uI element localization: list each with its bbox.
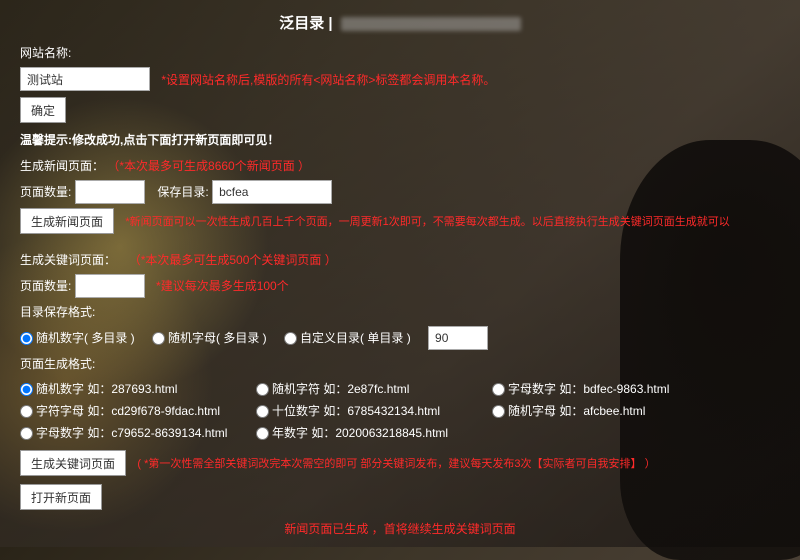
fmt-year-number[interactable]: 年数字 如：2020063218845.html [256,422,486,444]
radio-random-number[interactable]: 随机数字( 多目录 ) [20,327,135,349]
site-name-input[interactable] [20,67,150,91]
radio-custom-dir-input[interactable] [284,332,297,345]
fmt-year-number-input[interactable] [256,427,269,440]
fmt-char-letter-input[interactable] [20,405,33,418]
news-dir-input[interactable] [212,180,332,204]
page-title: 泛目录 | [20,12,780,33]
dir-format-label: 目录保存格式: [20,302,780,322]
fmt-random-char[interactable]: 随机字符 如：2e87fc.html [256,378,486,400]
keyword-hint-paren: （*本次最多可生成500个关键词页面 ） [129,253,337,267]
keyword-section: 生成关键词页面： （*本次最多可生成500个关键词页面 ） 页面数量: *建议每… [20,250,780,510]
news-dir-label: 保存目录: [157,185,208,199]
news-count-label: 页面数量: [20,185,71,199]
fmt-letter-number-input[interactable] [492,383,505,396]
site-name-section: 网站名称: *设置网站名称后,模版的所有<网站名称>标签都会调用本名称。 确定 [20,43,780,123]
radio-custom-dir[interactable]: 自定义目录( 单目录 ) [284,327,411,349]
fmt-ten-digit-input[interactable] [256,405,269,418]
confirm-button[interactable]: 确定 [20,97,66,123]
radio-random-number-input[interactable] [20,332,33,345]
title-prefix: 泛目录 | [279,15,332,32]
site-name-label: 网站名称: [20,43,780,63]
news-heading: 生成新闻页面： [20,159,104,173]
fmt-random-number-input[interactable] [20,383,33,396]
open-new-page-button[interactable]: 打开新页面 [20,484,102,510]
radio-random-letter-input[interactable] [152,332,165,345]
page-format-label: 页面生成格式: [20,354,780,374]
keyword-heading: 生成关键词页面： [20,253,116,267]
news-hint-paren: （*本次最多可生成8660个新闻页面 ） [107,159,310,173]
keyword-count-label: 页面数量: [20,279,71,293]
fmt-letter-number[interactable]: 字母数字 如：bdfec-9863.html [492,378,722,400]
keyword-count-hint: *建议每次最多生成100个 [156,279,289,293]
keyword-count-input[interactable] [75,274,145,298]
site-name-hint: *设置网站名称后,模版的所有<网站名称>标签都会调用本名称。 [161,73,495,87]
fmt-random-char-input[interactable] [256,383,269,396]
fmt-random-letter2-input[interactable] [492,405,505,418]
generate-keyword-button[interactable]: 生成关键词页面 [20,450,126,476]
fmt-ten-digit[interactable]: 十位数字 如：6785432134.html [256,400,486,422]
radio-random-letter[interactable]: 随机字母( 多目录 ) [152,327,267,349]
keyword-button-hint: ( *第一次性需全部关键词改完本次需空的即可 部分关键词发布，建议每天发布3次【… [137,458,655,470]
news-section: 生成新闻页面： （*本次最多可生成8660个新闻页面 ） 页面数量: 保存目录:… [20,156,780,234]
footer-note: 新闻页面已生成 ，首将继续生成关键词页面 [20,520,780,537]
dir-format-radios: 随机数字( 多目录 ) 随机字母( 多目录 ) 自定义目录( 单目录 ) [20,326,780,350]
page-format-radios: 随机数字 如：287693.html 随机字符 如：2e87fc.html 字母… [20,378,780,444]
news-button-hint: *新闻页面可以一次性生成几百上千个页面，一周更新1次即可，不需要每次都生成。以后… [125,216,729,228]
fmt-random-number[interactable]: 随机数字 如：287693.html [20,378,250,400]
fmt-letter-number2-input[interactable] [20,427,33,440]
fmt-char-letter[interactable]: 字符字母 如：cd29f678-9fdac.html [20,400,250,422]
fmt-letter-number2[interactable]: 字母数字 如：c79652-8639134.html [20,422,250,444]
custom-dir-input[interactable] [428,326,488,350]
title-blurred [341,17,521,31]
fmt-random-letter2[interactable]: 随机字母 如：afcbee.html [492,400,722,422]
generate-news-button[interactable]: 生成新闻页面 [20,208,114,234]
news-count-input[interactable] [75,180,145,204]
success-tip: 温馨提示:修改成功,点击下面打开新页面即可见！ [20,131,780,148]
